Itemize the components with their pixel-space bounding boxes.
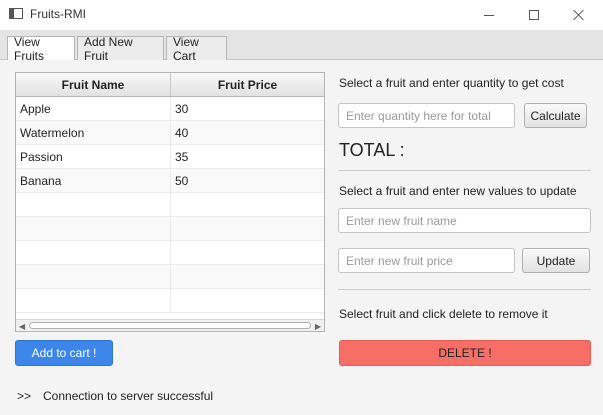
table-row[interactable]: Apple 30 [16, 97, 324, 121]
table-row[interactable]: Watermelon 40 [16, 121, 324, 145]
new-fruit-price-input[interactable] [338, 248, 515, 273]
fruit-name-cell [16, 289, 171, 312]
window-title: Fruits-RMI [30, 7, 86, 21]
table-row[interactable]: Banana 50 [16, 169, 324, 193]
view-fruits-panel: Fruit Name Fruit Price Apple 30 Watermel… [0, 60, 603, 415]
divider [338, 289, 591, 290]
fruit-price-cell: 35 [175, 149, 189, 164]
fruit-price-cell [171, 289, 324, 312]
tab-add-new-fruit[interactable]: Add New Fruit [77, 35, 164, 63]
divider [338, 170, 591, 171]
fruit-price-cell [171, 265, 324, 288]
horizontal-scrollbar[interactable]: ◀ ▶ [16, 319, 324, 331]
column-header-fruit-name[interactable]: Fruit Name [16, 73, 171, 96]
tab-view-cart[interactable]: View Cart [166, 35, 227, 63]
update-instruction: Select a fruit and enter new values to u… [339, 184, 577, 198]
fruit-name-cell [16, 265, 171, 288]
scrollbar-thumb[interactable] [29, 322, 311, 329]
fruit-name-cell: Passion [16, 145, 171, 168]
fruit-name-cell [16, 217, 171, 240]
fruit-name-cell [16, 241, 171, 264]
title-bar: Fruits-RMI [0, 0, 603, 30]
fruit-table[interactable]: Fruit Name Fruit Price Apple 30 Watermel… [15, 72, 325, 332]
app-window-icon [9, 8, 23, 19]
status-prefix: >> [17, 389, 32, 403]
fruit-name-cell: Watermelon [16, 121, 171, 144]
table-row [16, 241, 324, 265]
fruit-price-cell [171, 193, 324, 216]
maximize-icon [529, 10, 539, 20]
status-bar: >> Connection to server successful [17, 389, 213, 403]
fruit-name-cell: Banana [16, 169, 171, 192]
scroll-left-icon[interactable]: ◀ [19, 322, 25, 331]
calculate-button[interactable]: Calculate [524, 103, 587, 128]
minimize-icon [484, 14, 494, 16]
table-row [16, 265, 324, 289]
fruit-name-cell [16, 193, 171, 216]
column-header-fruit-price[interactable]: Fruit Price [171, 73, 324, 96]
update-button[interactable]: Update [522, 248, 590, 273]
add-to-cart-button[interactable]: Add to cart ! [15, 340, 113, 366]
table-row[interactable]: Passion 35 [16, 145, 324, 169]
fruit-price-cell [171, 217, 324, 240]
scroll-right-icon[interactable]: ▶ [315, 322, 321, 331]
fruit-name-cell: Apple [16, 97, 171, 120]
new-fruit-name-input[interactable] [338, 208, 591, 233]
fruit-price-cell: 40 [175, 125, 189, 140]
table-header: Fruit Name Fruit Price [16, 73, 324, 97]
close-button[interactable] [556, 0, 602, 30]
fruit-price-cell: 50 [175, 173, 189, 188]
minimize-button[interactable] [466, 0, 512, 30]
delete-instruction: Select fruit and click delete to remove … [339, 307, 548, 321]
close-icon [573, 9, 585, 21]
total-label: TOTAL : [339, 140, 405, 160]
cost-instruction: Select a fruit and enter quantity to get… [339, 76, 564, 90]
delete-button[interactable]: DELETE ! [339, 340, 591, 366]
status-message: Connection to server successful [43, 389, 214, 403]
tab-bar: View Fruits Add New Fruit View Cart [0, 30, 603, 63]
quantity-input[interactable] [338, 103, 515, 128]
table-row [16, 289, 324, 313]
fruit-price-cell [171, 241, 324, 264]
maximize-button[interactable] [511, 0, 557, 30]
tab-view-fruits[interactable]: View Fruits [7, 35, 75, 63]
table-row [16, 193, 324, 217]
table-row [16, 217, 324, 241]
fruit-price-cell: 30 [175, 101, 189, 116]
